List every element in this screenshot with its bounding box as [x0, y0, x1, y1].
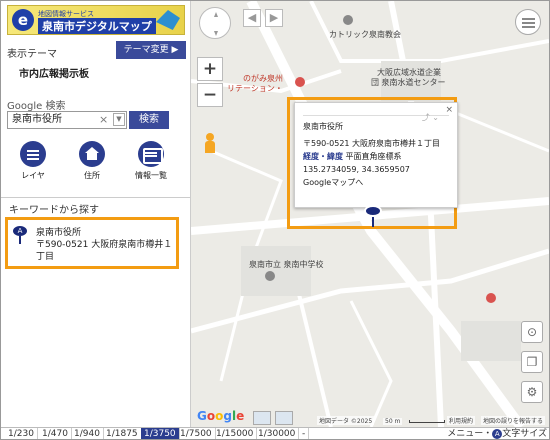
- keyword-search-header: キーワードから探す: [1, 197, 190, 216]
- address-tool-label: 住所: [84, 171, 100, 180]
- scale-option[interactable]: 1/230: [5, 428, 38, 439]
- school-poi-icon[interactable]: [265, 271, 275, 281]
- app-logo[interactable]: e 地図情報サービス 泉南市デジタルマップ: [7, 5, 185, 35]
- scale-option[interactable]: 1/30000: [255, 428, 300, 439]
- layer-tool-label: レイヤ: [21, 171, 45, 180]
- search-button[interactable]: 検索: [129, 111, 169, 129]
- settings-gear-icon[interactable]: ⚙: [521, 381, 543, 403]
- forward-arrow-icon[interactable]: ▶: [265, 9, 283, 27]
- scale-selector-bar: 1/230 1/470 1/940 1/1875 1/3750 1/7500 1/15000…: [1, 427, 549, 439]
- location-marker-icon[interactable]: [364, 205, 384, 229]
- menu-icon[interactable]: [515, 9, 541, 35]
- church-poi-icon[interactable]: [343, 15, 353, 25]
- map-label-rehab: リテーション・: [227, 84, 283, 93]
- app-window: e 地図情報サービス 泉南市デジタルマップ 表示テーマ テーマ変更 ▶ 市内広報…: [0, 0, 550, 440]
- locate-icon[interactable]: ⊙: [521, 321, 543, 343]
- scale-option[interactable]: 1/470: [39, 428, 72, 439]
- street-view-pegman-icon[interactable]: [205, 133, 215, 153]
- zoom-out-button[interactable]: −: [197, 83, 223, 107]
- map-label-water-center: 団 泉南水道センター: [371, 78, 446, 87]
- map-data-attribution[interactable]: 地図データ ©2025: [317, 416, 375, 425]
- info-list-icon: [138, 141, 164, 167]
- popup-address: 〒590-0521 大阪府泉南市樽井１丁目: [303, 139, 441, 148]
- bottom-right-menu[interactable]: メニュー・ A 文字サイズ: [447, 428, 547, 439]
- terms-link[interactable]: 利用規約: [447, 416, 476, 425]
- theme-label: 表示テーマ: [7, 49, 57, 60]
- popup-close-icon[interactable]: ×: [445, 104, 453, 117]
- zoom-in-button[interactable]: +: [197, 57, 223, 81]
- scale-text: 50 m: [383, 418, 403, 425]
- logo-e-icon: e: [12, 9, 34, 31]
- address-tool[interactable]: 住所: [72, 141, 112, 181]
- layer-list-icon: [20, 141, 46, 167]
- google-search-label: Google 検索: [7, 101, 66, 112]
- dropdown-chevron-icon[interactable]: ▼: [113, 113, 125, 126]
- scale-option[interactable]: 1/7500: [177, 428, 216, 439]
- logo-title: 泉南市デジタルマップ: [38, 18, 156, 34]
- layer-tool[interactable]: レイヤ: [13, 141, 53, 181]
- map-canvas[interactable]: カトリック泉南教会 のがみ泉州 リテーション・ 大阪広域水道企業 団 泉南水道セ…: [191, 1, 549, 427]
- result-marker-icon: A: [11, 226, 29, 244]
- search-result-item[interactable]: A 泉南市役所 〒590-0521 大阪府泉南市樽井１丁目: [5, 217, 179, 269]
- sidebar: e 地図情報サービス 泉南市デジタルマップ 表示テーマ テーマ変更 ▶ 市内広報…: [1, 1, 191, 427]
- info-list-tool-label: 情報一覧: [135, 171, 167, 180]
- popup-coord-system[interactable]: 平面直角座標系: [346, 152, 402, 161]
- scale-option[interactable]: 1/3750: [141, 428, 180, 439]
- font-size-link[interactable]: 文字サイズ: [502, 429, 547, 439]
- scale-option[interactable]: -: [299, 428, 310, 439]
- theme-value: 市内広報掲示板: [19, 69, 89, 80]
- satellite-thumb-icon[interactable]: [275, 411, 293, 425]
- clear-icon[interactable]: ×: [99, 113, 108, 126]
- google-logo: Google: [197, 409, 245, 423]
- google-search-input[interactable]: 泉南市役所: [7, 111, 127, 129]
- result-address: 〒590-0521 大阪府泉南市樽井１丁目: [36, 240, 173, 262]
- share-icon[interactable]: ⤴ ⌄: [422, 111, 439, 124]
- map-label-church: カトリック泉南教会: [329, 30, 401, 39]
- font-size-icon: A: [492, 428, 503, 439]
- info-popup-body: × ⤴ ⌄ 泉南市役所 〒590-0521 大阪府泉南市樽井１丁目 経度・緯度 …: [294, 102, 458, 208]
- scale-option[interactable]: 1/940: [71, 428, 104, 439]
- popup-coords: 135.2734059, 34.3659507: [303, 165, 410, 174]
- pan-control[interactable]: [199, 7, 231, 39]
- info-list-tool[interactable]: 情報一覧: [131, 141, 171, 181]
- popup-google-link[interactable]: Googleマップへ: [303, 176, 449, 189]
- map-label-junior-high: 泉南市立 泉南中学校: [249, 260, 324, 269]
- menu-link[interactable]: メニュー・: [447, 429, 492, 439]
- scale-bar: [409, 420, 445, 423]
- scale-option[interactable]: 1/1875: [103, 428, 142, 439]
- theme-change-button[interactable]: テーマ変更 ▶: [116, 41, 186, 59]
- scale-option[interactable]: 1/15000: [213, 428, 258, 439]
- result-marker-letter: A: [13, 226, 27, 236]
- home-icon: [79, 141, 105, 167]
- map-type-thumb-icon[interactable]: [253, 411, 271, 425]
- result-name: 泉南市役所: [36, 228, 82, 238]
- hospital-poi-icon[interactable]: [295, 77, 305, 87]
- layers-copy-icon[interactable]: ❐: [521, 351, 543, 373]
- logo-bird-icon: [156, 10, 180, 30]
- popup-coord-label[interactable]: 経度・緯度: [303, 152, 343, 161]
- back-arrow-icon[interactable]: ◀: [243, 9, 261, 27]
- report-error-link[interactable]: 地図の誤りを報告する: [481, 416, 546, 425]
